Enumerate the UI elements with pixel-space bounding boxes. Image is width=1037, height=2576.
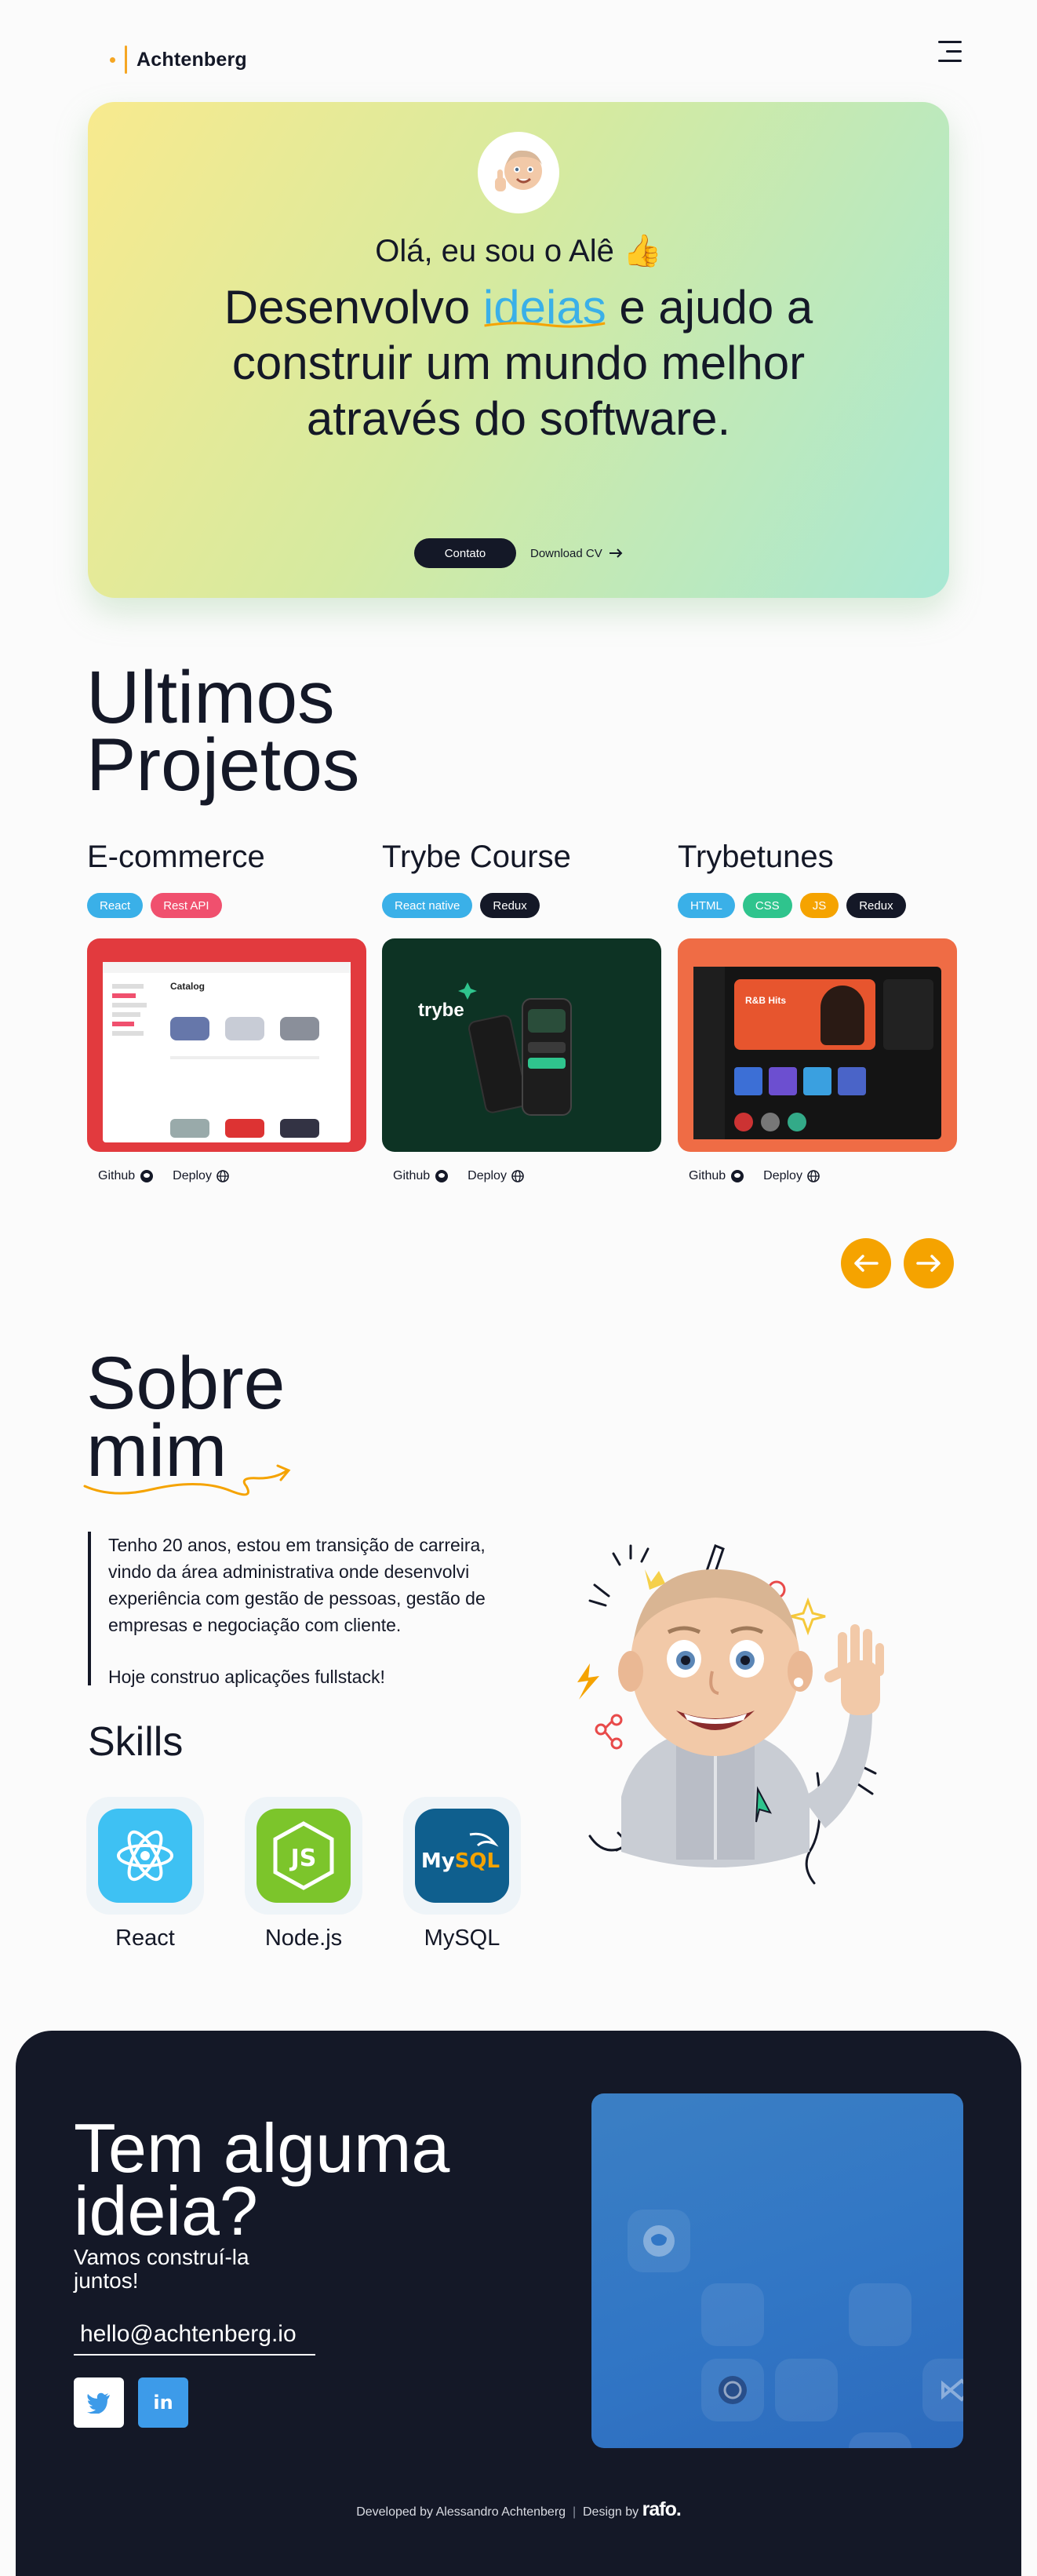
tag: React [87, 893, 144, 918]
project-name: E-commerce [87, 840, 265, 874]
credit-design: Design by [583, 2505, 639, 2519]
scribble-underline-icon [83, 1464, 291, 1496]
skill-nodejs: JS Node.js [245, 1797, 362, 1951]
github-icon [435, 1170, 449, 1182]
project-tags: React native Redux [382, 893, 661, 920]
arrow-right-icon [916, 1255, 941, 1272]
download-cv-link[interactable]: Download CV [530, 538, 623, 568]
project-links: Github Deploy [382, 1169, 661, 1183]
hero-title: Desenvolvo ideias e ajudo a construir um… [190, 279, 847, 446]
project-tags: React Rest API [87, 893, 366, 920]
mysql-icon: MySQL [415, 1809, 509, 1903]
footer-credit: Developed by Alessandro Achtenberg | Des… [16, 2498, 1021, 2521]
tile [775, 2359, 838, 2421]
logo-bar [125, 46, 127, 74]
linkedin-button[interactable]: in [138, 2377, 188, 2428]
project-card-trybetunes: Trybetunes HTML CSS JS Redux R&B Hits Gi… [678, 840, 957, 1183]
skill-name: MySQL [424, 1926, 500, 1951]
svg-text:JS: JS [289, 1845, 317, 1872]
github-link[interactable]: Github [689, 1169, 744, 1183]
globe-icon [807, 1170, 820, 1182]
memoji-waving-mascot-icon [559, 1514, 935, 1907]
tile [849, 2432, 911, 2448]
designer-brand-link[interactable]: rafo. [642, 2498, 682, 2520]
logo-text: Achtenberg [136, 48, 247, 71]
github-link[interactable]: Github [98, 1169, 154, 1183]
deploy-link[interactable]: Deploy [763, 1169, 820, 1183]
about-paragraph: Tenho 20 anos, estou em transição de car… [108, 1535, 486, 1635]
carousel-next-button[interactable] [904, 1238, 954, 1288]
logo-dot [110, 56, 115, 63]
linkedin-icon: in [153, 2392, 173, 2414]
hero-title-highlight: ideias [482, 281, 606, 333]
tile [849, 2283, 911, 2346]
tag: JS [799, 893, 839, 918]
hero-greeting: Olá, eu sou o Alê 👍 [375, 234, 662, 268]
tag: Redux [846, 893, 906, 918]
svg-text:MySQL: MySQL [423, 1849, 500, 1873]
credit-text: Developed by Alessandro Achtenberg [356, 2505, 566, 2519]
hamburger-menu-icon[interactable] [930, 38, 962, 66]
nodejs-icon: JS [257, 1809, 351, 1903]
arrow-left-icon [854, 1255, 879, 1272]
footer-decorative-panel [591, 2093, 963, 2448]
contact-footer: Tem alguma ideia? Vamos construí-la junt… [16, 2031, 1021, 2576]
skill-name: React [115, 1926, 175, 1951]
deploy-link[interactable]: Deploy [468, 1169, 524, 1183]
skills-title: Skills [88, 1719, 184, 1765]
globe-icon [511, 1170, 524, 1182]
site-logo[interactable]: Achtenberg [110, 46, 247, 74]
app-tile-icon [701, 2359, 764, 2421]
github-tile-icon [628, 2210, 690, 2272]
react-icon [98, 1809, 192, 1903]
contact-email-link[interactable]: hello@achtenberg.io [74, 2315, 315, 2356]
projects-section-title: Ultimos Projetos [86, 656, 360, 807]
tag: Rest API [151, 893, 222, 918]
svg-text:in: in [153, 2392, 173, 2414]
hero-title-before: Desenvolvo [224, 281, 483, 333]
skill-name: Node.js [264, 1926, 343, 1951]
project-name: Trybetunes [678, 840, 834, 874]
tag: CSS [742, 893, 792, 918]
twitter-icon [87, 2392, 110, 2414]
about-description: Tenho 20 anos, estou em transição de car… [88, 1532, 527, 1687]
project-links: Github Deploy [87, 1169, 366, 1183]
site-header: Achtenberg [0, 0, 1037, 102]
project-thumbnail[interactable]: Catalog [87, 938, 366, 1152]
tag: HTML [678, 893, 735, 918]
project-thumbnail[interactable]: R&B Hits [678, 938, 957, 1152]
deploy-link[interactable]: Deploy [173, 1169, 229, 1183]
hero-card: Olá, eu sou o Alê 👍 Desenvolvo ideias e … [88, 102, 949, 598]
project-name: Trybe Course [382, 840, 571, 874]
twitter-button[interactable] [74, 2377, 124, 2428]
memoji-thumbs-up-avatar-icon [478, 132, 559, 213]
project-thumbnail[interactable]: trybe [382, 938, 661, 1152]
skill-mysql: MySQL MySQL [403, 1797, 521, 1951]
tag: Redux [480, 893, 540, 918]
about-section-title: Sobre mim [83, 1346, 291, 1496]
arrow-right-icon [609, 548, 623, 558]
about-paragraph: Hoje construo aplicações fullstack! [108, 1667, 385, 1687]
footer-title: Tem alguma ideia? [74, 2109, 450, 2250]
vscode-tile-icon [922, 2359, 963, 2421]
tag: React native [382, 893, 473, 918]
footer-subtitle: Vamos construí-la juntos! [74, 2245, 249, 2293]
project-tags: HTML CSS JS Redux [678, 893, 957, 920]
download-cv-label: Download CV [530, 546, 602, 560]
carousel-prev-button[interactable] [841, 1238, 891, 1288]
project-links: Github Deploy [678, 1169, 957, 1183]
project-card-trybe-course: Trybe Course React native Redux trybe Gi… [382, 840, 661, 1183]
contact-button[interactable]: Contato [414, 538, 516, 568]
credit-separator: | [572, 2505, 577, 2519]
globe-icon [216, 1170, 229, 1182]
github-icon [731, 1170, 744, 1182]
github-link[interactable]: Github [393, 1169, 449, 1183]
github-icon [140, 1170, 154, 1182]
tile [701, 2283, 764, 2346]
project-card-ecommerce: E-commerce React Rest API Catalog Github… [87, 840, 366, 1183]
skill-react: React [86, 1797, 204, 1951]
